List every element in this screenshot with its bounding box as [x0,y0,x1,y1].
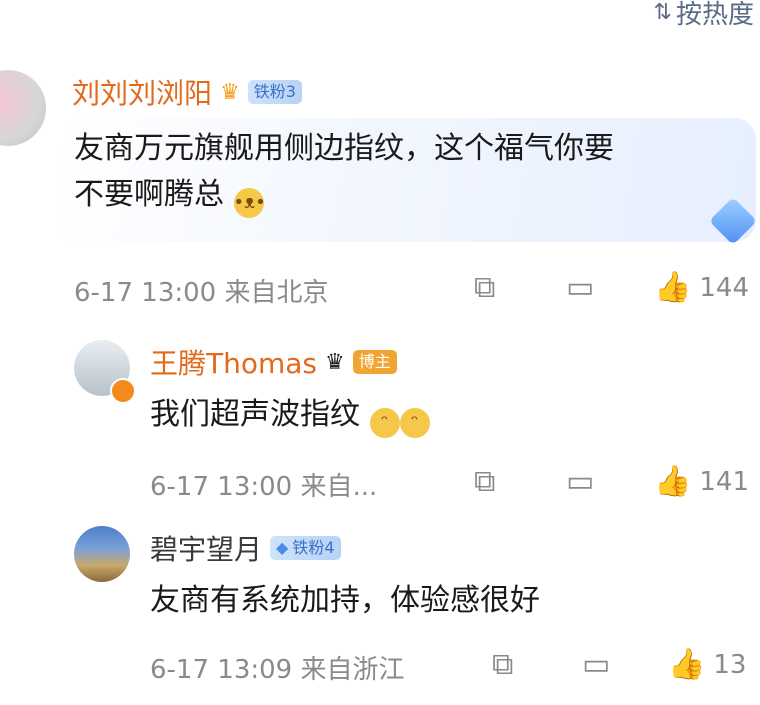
comment-icon: ▭ [566,270,595,305]
comment-time: 6-17 13:00 [74,278,217,308]
share-icon: ⧉ [492,647,514,682]
fan-badge: ◆ 铁粉4 [270,536,341,560]
share-icon: ⧉ [474,270,496,305]
like-count: 13 [713,649,747,680]
thumbs-up-icon: 👍 [654,464,692,499]
author-name: 刘刘刘浏阳 [72,77,213,110]
avatar[interactable] [0,70,46,146]
comment-author[interactable]: 刘刘刘浏阳 ♛ 铁粉3 [72,72,302,112]
comment-meta: 6-17 13:09 来自浙江 [150,649,404,686]
comment-time: 6-17 13:00 [150,472,293,502]
comment-text: 友商有系统加持，体验感很好 [150,578,540,624]
comment-text-part: 不要啊腾总 [74,177,224,212]
sort-by-hot-button[interactable]: ⇅ 按热度 [654,0,754,31]
verified-badge-icon [110,378,136,404]
author-name: 碧宇望月 [150,533,263,566]
comment-text-part: 友商有系统加持，体验感很好 [150,583,540,618]
comment-meta: 6-17 13:00 来自北京 [74,272,328,309]
comment-text-part: 我们超声波指纹 [150,397,360,432]
share-button[interactable]: ⧉ [492,647,513,682]
sort-icon: ⇅ [653,0,672,25]
share-icon: ⧉ [474,464,496,499]
shush-emoji-icon: ᵔ [369,408,400,438]
share-button[interactable]: ⧉ [474,270,495,305]
comment-location: 来自浙江 [300,655,405,685]
like-button[interactable]: 👍 144 [654,270,749,305]
like-count: 144 [699,272,749,303]
doge-emoji-icon: •ᴥ• [233,188,266,218]
like-button[interactable]: 👍 141 [654,464,749,499]
fan-badge: 铁粉3 [247,80,302,104]
reply-button[interactable]: ▭ [566,270,594,305]
crown-icon: ♛ [325,349,345,375]
comment-icon: ▭ [566,464,595,499]
avatar[interactable] [74,526,130,582]
sort-label: 按热度 [675,0,754,30]
comment-time: 6-17 13:09 [150,655,293,685]
share-button[interactable]: ⧉ [474,464,495,499]
reply-button[interactable]: ▭ [566,464,594,499]
comment-icon: ▭ [582,647,611,682]
comment-text: 友商万元旗舰用侧边指纹，这个福气你要 不要啊腾总 •ᴥ• [74,126,614,218]
comment-author[interactable]: 碧宇望月 ◆ 铁粉4 [150,528,341,568]
diamond-icon: ◆ [276,538,289,557]
comment-text: 我们超声波指纹 ᵔᵔ [150,392,430,438]
comment-meta: 6-17 13:00 来自... [150,466,377,503]
blogger-badge: 博主 [352,350,397,374]
shush-emoji-icon: ᵔ [399,408,430,438]
comment-location: 来自... [300,472,378,502]
crown-icon: ♛ [220,79,240,105]
comment-text-line: 不要啊腾总 •ᴥ• [74,172,614,218]
thumbs-up-icon: 👍 [654,270,692,305]
thumbs-up-icon: 👍 [668,647,706,682]
like-count: 141 [699,466,749,497]
comment-location: 来自北京 [224,278,329,308]
comment-text-line: 友商万元旗舰用侧边指纹，这个福气你要 [74,131,614,166]
comment-author[interactable]: 王腾Thomas ♛ 博主 [150,342,397,382]
like-button[interactable]: 👍 13 [668,647,746,682]
author-name: 王腾Thomas [150,347,318,380]
fan-badge-label: 铁粉4 [292,538,335,557]
reply-button[interactable]: ▭ [582,647,610,682]
